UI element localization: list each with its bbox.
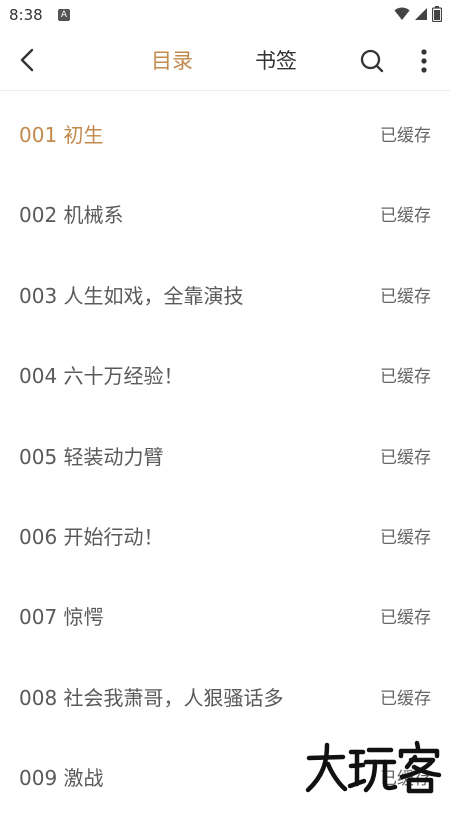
chapter-item[interactable]: 007 惊愕 已缓存 xyxy=(0,573,450,653)
chapter-title: 004 六十万经验！ xyxy=(19,364,184,389)
chapter-title: 005 轻装动力臂 xyxy=(19,444,164,469)
chapter-item[interactable]: 008 社会我萧哥，人狠骚话多 已缓存 xyxy=(0,654,450,734)
cache-status: 已缓存 xyxy=(380,608,431,629)
search-icon xyxy=(360,49,384,73)
chapter-title: 001 初生 xyxy=(19,123,104,147)
tab-toc[interactable]: 目录 xyxy=(151,46,193,76)
wifi-icon xyxy=(394,7,410,20)
cache-status: 已缓存 xyxy=(380,688,431,709)
battery-icon xyxy=(432,6,442,22)
chapter-item[interactable]: 001 初生 已缓存 xyxy=(0,91,450,171)
cache-status: 已缓存 xyxy=(380,206,431,227)
status-time: 8:38 xyxy=(9,6,43,24)
cache-status: 已缓存 xyxy=(380,527,431,548)
search-button[interactable] xyxy=(355,44,389,78)
cache-status: 已缓存 xyxy=(380,126,431,146)
cache-status: 已缓存 xyxy=(380,447,431,468)
more-options-button[interactable] xyxy=(408,44,440,78)
back-button[interactable] xyxy=(10,42,46,78)
more-vert-icon xyxy=(421,49,427,73)
chapter-list: 001 初生 已缓存 002 机械系 已缓存 003 人生如戏，全靠演技 已缓存… xyxy=(0,91,450,815)
chapter-title: 007 惊愕 xyxy=(19,605,104,630)
status-bar: 8:38 A xyxy=(0,0,450,32)
cache-status: 已缓存 xyxy=(380,367,431,388)
back-arrow-icon xyxy=(20,48,34,72)
chapter-item[interactable]: 006 开始行动！ 已缓存 xyxy=(0,493,450,573)
chapter-title: 002 机械系 xyxy=(19,203,124,228)
chapter-title: 006 开始行动！ xyxy=(19,524,164,549)
chapter-title: 008 社会我萧哥，人狠骚话多 xyxy=(19,685,284,710)
cache-status: 已缓存 xyxy=(380,286,431,307)
tab-bookmarks[interactable]: 书签 xyxy=(255,46,297,76)
cache-status: 已缓存 xyxy=(380,769,431,790)
chapter-item[interactable]: 005 轻装动力臂 已缓存 xyxy=(0,413,450,493)
cell-signal-icon xyxy=(415,8,427,20)
chapter-item[interactable]: 009 激战 已缓存 xyxy=(0,734,450,814)
chapter-title: 009 激战 xyxy=(19,766,104,791)
top-nav: 目录 书签 xyxy=(0,32,450,91)
chapter-item[interactable]: 003 人生如戏，全靠演技 已缓存 xyxy=(0,252,450,332)
status-icons xyxy=(394,6,442,22)
notification-app-icon: A xyxy=(58,9,70,21)
chapter-item[interactable]: 002 机械系 已缓存 xyxy=(0,171,450,251)
chapter-title: 003 人生如戏，全靠演技 xyxy=(19,283,244,308)
chapter-item[interactable]: 004 六十万经验！ 已缓存 xyxy=(0,332,450,412)
